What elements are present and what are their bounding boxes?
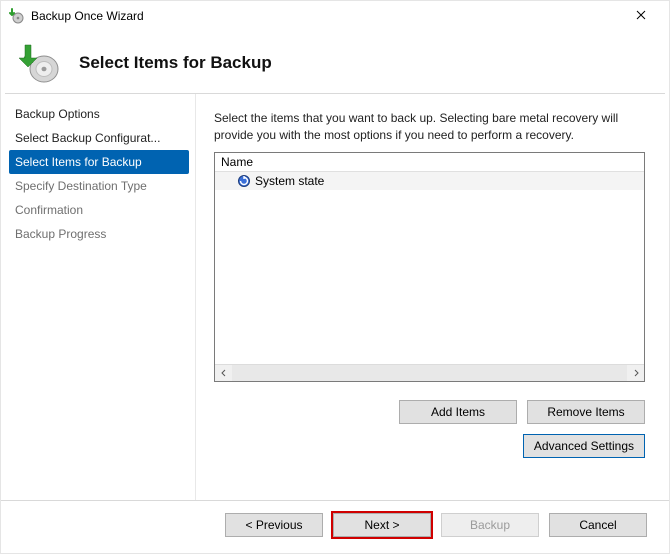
system-state-icon (237, 174, 251, 188)
main-panel: Select the items that you want to back u… (196, 94, 669, 500)
chevron-left-icon (220, 369, 228, 377)
add-items-button[interactable]: Add Items (399, 400, 517, 424)
scroll-right-button[interactable] (627, 365, 644, 381)
remove-items-button[interactable]: Remove Items (527, 400, 645, 424)
wizard-step[interactable]: Select Backup Configurat... (9, 126, 189, 150)
cancel-button[interactable]: Cancel (549, 513, 647, 537)
scroll-track[interactable] (232, 365, 627, 381)
list-item-label: System state (255, 174, 324, 188)
wizard-step[interactable]: Backup Options (9, 102, 189, 126)
instruction-text: Select the items that you want to back u… (214, 110, 645, 144)
list-item[interactable]: System state (215, 172, 644, 190)
list-column-header: Name (215, 153, 644, 172)
wizard-body: Backup OptionsSelect Backup Configurat..… (1, 94, 669, 500)
close-icon (636, 10, 646, 20)
chevron-right-icon (632, 369, 640, 377)
titlebar: Backup Once Wizard (1, 1, 669, 31)
wizard-step: Specify Destination Type (9, 174, 189, 198)
scroll-left-button[interactable] (215, 365, 232, 381)
app-icon (9, 8, 25, 24)
wizard-step[interactable]: Select Items for Backup (9, 150, 189, 174)
advanced-settings-button[interactable]: Advanced Settings (523, 434, 645, 458)
steps-sidebar: Backup OptionsSelect Backup Configurat..… (1, 94, 196, 500)
page-title: Select Items for Backup (79, 53, 272, 73)
window-title: Backup Once Wizard (31, 9, 621, 23)
wizard-step: Confirmation (9, 198, 189, 222)
advanced-row: Advanced Settings (214, 434, 645, 458)
wizard-window: Backup Once Wizard Select Items for Back… (0, 0, 670, 554)
items-listbox[interactable]: Name System state (214, 152, 645, 382)
backup-disc-icon (17, 41, 61, 85)
wizard-header: Select Items for Backup (1, 31, 669, 93)
close-button[interactable] (621, 1, 661, 31)
horizontal-scrollbar[interactable] (215, 364, 644, 381)
wizard-footer: < Previous Next > Backup Cancel (1, 500, 669, 553)
wizard-step: Backup Progress (9, 222, 189, 246)
previous-button[interactable]: < Previous (225, 513, 323, 537)
list-rows: System state (215, 172, 644, 364)
item-buttons-row: Add Items Remove Items (214, 400, 645, 424)
backup-button: Backup (441, 513, 539, 537)
next-button[interactable]: Next > (333, 513, 431, 537)
